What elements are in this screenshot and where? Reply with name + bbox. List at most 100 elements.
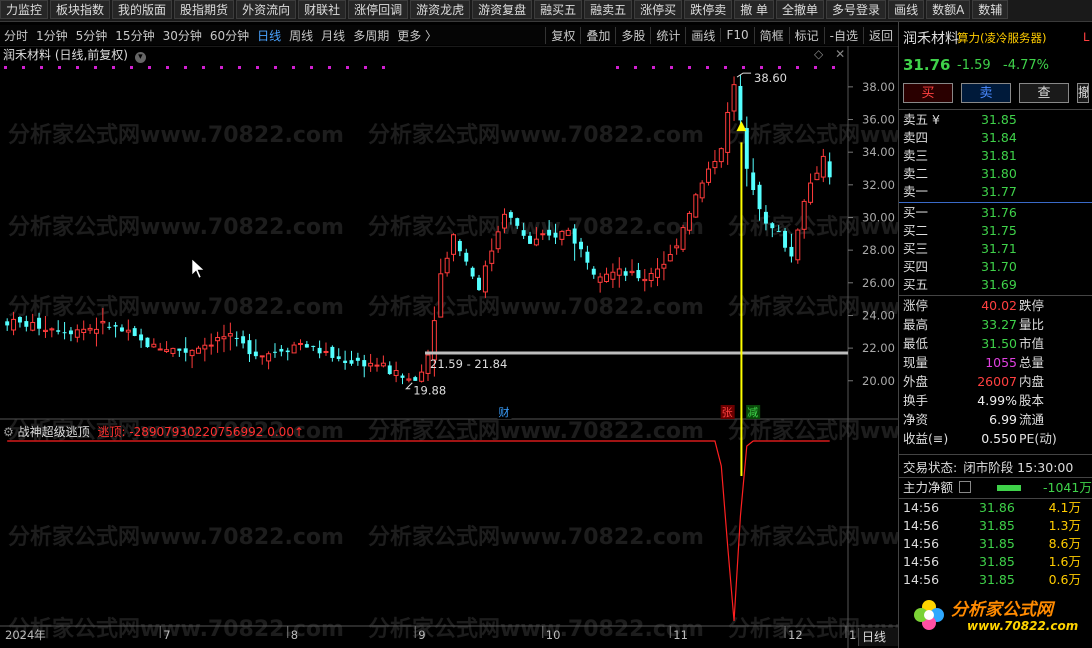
bid-row[interactable]: 买五 31.69 (899, 276, 1092, 294)
candle-body[interactable] (553, 232, 558, 238)
chart-tool-button[interactable]: 返回 (862, 26, 898, 44)
candle-body[interactable] (406, 378, 412, 381)
candle-body[interactable] (451, 234, 456, 255)
candle-body[interactable] (528, 235, 532, 244)
candle-body[interactable] (533, 238, 539, 246)
trade-button[interactable]: 撤 (1077, 83, 1089, 103)
toolbar-button[interactable]: 融卖五 (584, 0, 633, 19)
candle-body[interactable] (368, 362, 374, 367)
candle-body[interactable] (738, 85, 743, 121)
candle-body[interactable] (731, 84, 737, 112)
candle-body[interactable] (801, 200, 807, 230)
period-tab[interactable]: 日线 (253, 27, 285, 44)
candle-body[interactable] (170, 347, 176, 354)
chart-tool-button[interactable]: 多股 (615, 26, 650, 44)
diamond-icon[interactable]: ◇ (814, 47, 823, 61)
bid-row[interactable]: 买一 31.76 (899, 204, 1092, 222)
candle-body[interactable] (795, 229, 801, 261)
candle-body[interactable] (757, 184, 762, 210)
candle-body[interactable] (495, 231, 501, 250)
period-tab[interactable]: 分时 (0, 27, 32, 44)
candle-body[interactable] (597, 276, 603, 283)
candle-body[interactable] (718, 148, 724, 163)
candle-body[interactable] (400, 375, 405, 378)
candle-body[interactable] (253, 351, 258, 357)
candle-body[interactable] (623, 271, 628, 276)
candle-body[interactable] (42, 329, 48, 332)
candle-body[interactable] (591, 268, 596, 275)
candle-body[interactable] (776, 230, 781, 232)
candle-body[interactable] (712, 160, 718, 169)
candle-body[interactable] (221, 336, 227, 340)
period-tab[interactable]: 月线 (317, 27, 349, 44)
candle-body[interactable] (107, 326, 112, 328)
toolbar-button[interactable]: 涨停买 (634, 0, 683, 19)
candle-body[interactable] (317, 347, 322, 354)
candle-body[interactable] (814, 172, 820, 181)
candle-body[interactable] (616, 268, 622, 276)
candle-body[interactable] (113, 325, 118, 327)
toolbar-button[interactable]: 数额A (926, 0, 971, 19)
candle-body[interactable] (24, 321, 29, 327)
candle-body[interactable] (547, 229, 552, 236)
candle-body[interactable] (234, 337, 239, 339)
candle-body[interactable] (17, 316, 22, 323)
chart-tool-button[interactable]: 画线 (685, 26, 720, 44)
candle-body[interactable] (68, 330, 73, 335)
candle-body[interactable] (393, 370, 399, 376)
period-tab[interactable]: 多周期 (349, 27, 393, 44)
toolbar-button[interactable]: 多号登录 (826, 0, 887, 19)
candle-body[interactable] (259, 355, 265, 358)
candle-body[interactable] (132, 328, 137, 336)
candle-body[interactable] (5, 321, 10, 326)
candle-body[interactable] (470, 267, 475, 277)
candle-body[interactable] (655, 268, 661, 278)
candle-body[interactable] (279, 348, 284, 352)
candle-body[interactable] (482, 265, 488, 293)
candle-body[interactable] (572, 228, 577, 244)
candle-body[interactable] (266, 353, 272, 362)
candle-body[interactable] (686, 212, 692, 231)
period-tab[interactable]: 周线 (285, 27, 317, 44)
candle-body[interactable] (362, 360, 367, 367)
candle-body[interactable] (763, 211, 768, 224)
chart-tool-button[interactable]: 统计 (650, 26, 685, 44)
candle-body[interactable] (751, 172, 756, 191)
chart-tool-button[interactable]: 简框 (753, 26, 789, 44)
candle-body[interactable] (661, 263, 667, 269)
bid-row[interactable]: 买三 31.71 (899, 240, 1092, 258)
candle-body[interactable] (642, 278, 648, 282)
candle-body[interactable] (93, 328, 99, 334)
toolbar-button[interactable]: 游资复盘 (472, 0, 533, 19)
candle-body[interactable] (119, 327, 124, 332)
candle-body[interactable] (629, 270, 635, 274)
bid-row[interactable]: 买四 31.70 (899, 258, 1092, 276)
ask-row[interactable]: 卖一 31.77 (899, 183, 1092, 201)
candle-body[interactable] (49, 328, 55, 331)
chart-tool-button[interactable]: 叠加 (580, 26, 615, 44)
candle-body[interactable] (336, 356, 341, 360)
candle-body[interactable] (674, 245, 680, 249)
chart-tool-button[interactable]: 复权 (545, 26, 580, 44)
candle-body[interactable] (215, 337, 221, 342)
period-tab[interactable]: 1分钟 (32, 27, 72, 44)
candle-body[interactable] (139, 334, 144, 341)
trade-button[interactable]: 卖 (961, 83, 1011, 103)
candle-body[interactable] (74, 329, 80, 338)
close-icon[interactable]: ✕ (835, 47, 845, 61)
candle-body[interactable] (387, 365, 392, 375)
candle-body[interactable] (789, 246, 794, 257)
candle-body[interactable] (304, 344, 309, 348)
candle-body[interactable] (610, 271, 616, 280)
chart-tool-button[interactable]: -自选 (823, 26, 863, 44)
candle-body[interactable] (164, 349, 170, 353)
candle-body[interactable] (559, 230, 565, 240)
candle-body[interactable] (820, 155, 826, 178)
candle-body[interactable] (330, 346, 335, 358)
ask-row[interactable]: 卖二 31.80 (899, 165, 1092, 183)
candle-body[interactable] (202, 344, 208, 350)
candle-body[interactable] (808, 182, 814, 203)
toolbar-button[interactable]: 数辅 (972, 0, 1009, 19)
candle-body[interactable] (62, 332, 67, 334)
period-tab[interactable]: 60分钟 (206, 27, 253, 44)
